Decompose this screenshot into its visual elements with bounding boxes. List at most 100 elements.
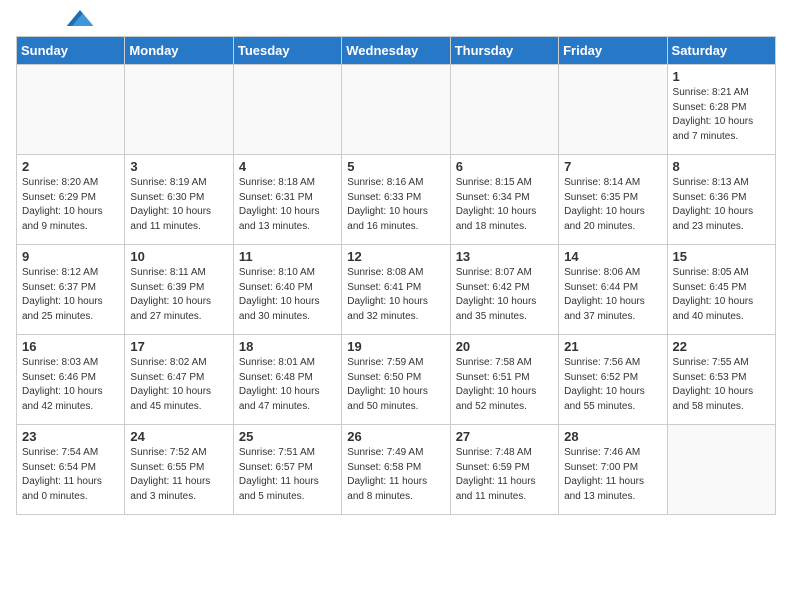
calendar-cell: 1 Sunrise: 8:21 AM Sunset: 6:28 PM Daylig…: [667, 65, 775, 155]
weekday-header: Thursday: [450, 37, 558, 65]
day-info: Sunrise: 8:14 AM Sunset: 6:35 PM Dayligh…: [564, 176, 661, 234]
day-info: Sunrise: 8:13 AM Sunset: 6:36 PM Dayligh…: [673, 176, 770, 234]
day-info: Sunrise: 8:01 AM Sunset: 6:48 PM Dayligh…: [239, 356, 336, 414]
day-number: 14: [564, 249, 661, 264]
day-info: Sunrise: 8:07 AM Sunset: 6:42 PM Dayligh…: [456, 266, 553, 324]
calendar-body: 1 Sunrise: 8:21 AM Sunset: 6:28 PM Daylig…: [17, 65, 776, 515]
calendar-cell: 18 Sunrise: 8:01 AM Sunset: 6:48 PM Dayli…: [233, 335, 341, 425]
calendar-cell: 17 Sunrise: 8:02 AM Sunset: 6:47 PM Dayli…: [125, 335, 233, 425]
page-header: [16, 16, 776, 26]
day-info: Sunrise: 7:51 AM Sunset: 6:57 PM Dayligh…: [239, 446, 336, 504]
day-number: 15: [673, 249, 770, 264]
day-info: Sunrise: 8:12 AM Sunset: 6:37 PM Dayligh…: [22, 266, 119, 324]
calendar-header-row: SundayMondayTuesdayWednesdayThursdayFrid…: [17, 37, 776, 65]
day-number: 25: [239, 429, 336, 444]
day-number: 16: [22, 339, 119, 354]
day-info: Sunrise: 8:15 AM Sunset: 6:34 PM Dayligh…: [456, 176, 553, 234]
calendar-cell: 20 Sunrise: 7:58 AM Sunset: 6:51 PM Dayli…: [450, 335, 558, 425]
day-info: Sunrise: 7:55 AM Sunset: 6:53 PM Dayligh…: [673, 356, 770, 414]
day-number: 1: [673, 69, 770, 84]
day-number: 12: [347, 249, 444, 264]
day-number: 20: [456, 339, 553, 354]
logo-icon: [66, 10, 94, 26]
calendar-cell: 21 Sunrise: 7:56 AM Sunset: 6:52 PM Dayli…: [559, 335, 667, 425]
day-number: 8: [673, 159, 770, 174]
day-number: 24: [130, 429, 227, 444]
calendar-cell: [559, 65, 667, 155]
day-info: Sunrise: 7:52 AM Sunset: 6:55 PM Dayligh…: [130, 446, 227, 504]
weekday-header: Sunday: [17, 37, 125, 65]
calendar-cell: 22 Sunrise: 7:55 AM Sunset: 6:53 PM Dayli…: [667, 335, 775, 425]
day-info: Sunrise: 8:18 AM Sunset: 6:31 PM Dayligh…: [239, 176, 336, 234]
calendar-cell: 19Sunrise: 7:59 AM Sunset: 6:50 PM Dayli…: [342, 335, 450, 425]
day-info: Sunrise: 8:03 AM Sunset: 6:46 PM Dayligh…: [22, 356, 119, 414]
day-number: 23: [22, 429, 119, 444]
day-number: 5: [347, 159, 444, 174]
day-number: 18: [239, 339, 336, 354]
calendar-cell: 3 Sunrise: 8:19 AM Sunset: 6:30 PM Daylig…: [125, 155, 233, 245]
calendar-week-row: 23 Sunrise: 7:54 AM Sunset: 6:54 PM Dayli…: [17, 425, 776, 515]
calendar-cell: 24 Sunrise: 7:52 AM Sunset: 6:55 PM Dayli…: [125, 425, 233, 515]
day-info: Sunrise: 8:21 AM Sunset: 6:28 PM Dayligh…: [673, 86, 770, 144]
calendar-cell: 23 Sunrise: 7:54 AM Sunset: 6:54 PM Dayli…: [17, 425, 125, 515]
day-info: Sunrise: 8:06 AM Sunset: 6:44 PM Dayligh…: [564, 266, 661, 324]
calendar-cell: 25 Sunrise: 7:51 AM Sunset: 6:57 PM Dayli…: [233, 425, 341, 515]
calendar-cell: [342, 65, 450, 155]
day-info: Sunrise: 7:48 AM Sunset: 6:59 PM Dayligh…: [456, 446, 553, 504]
day-info: Sunrise: 8:02 AM Sunset: 6:47 PM Dayligh…: [130, 356, 227, 414]
calendar-week-row: 16 Sunrise: 8:03 AM Sunset: 6:46 PM Dayli…: [17, 335, 776, 425]
weekday-header: Wednesday: [342, 37, 450, 65]
day-info: Sunrise: 7:54 AM Sunset: 6:54 PM Dayligh…: [22, 446, 119, 504]
calendar-cell: 28 Sunrise: 7:46 AM Sunset: 7:00 PM Dayli…: [559, 425, 667, 515]
calendar-cell: [17, 65, 125, 155]
day-number: 6: [456, 159, 553, 174]
calendar-cell: 11Sunrise: 8:10 AM Sunset: 6:40 PM Dayli…: [233, 245, 341, 335]
day-number: 2: [22, 159, 119, 174]
calendar-cell: 2 Sunrise: 8:20 AM Sunset: 6:29 PM Daylig…: [17, 155, 125, 245]
weekday-header: Friday: [559, 37, 667, 65]
day-info: Sunrise: 7:49 AM Sunset: 6:58 PM Dayligh…: [347, 446, 444, 504]
day-info: Sunrise: 8:20 AM Sunset: 6:29 PM Dayligh…: [22, 176, 119, 234]
calendar-cell: 5 Sunrise: 8:16 AM Sunset: 6:33 PM Daylig…: [342, 155, 450, 245]
calendar-cell: [233, 65, 341, 155]
day-info: Sunrise: 8:19 AM Sunset: 6:30 PM Dayligh…: [130, 176, 227, 234]
day-info: Sunrise: 7:59 AM Sunset: 6:50 PM Dayligh…: [347, 356, 444, 414]
day-number: 28: [564, 429, 661, 444]
calendar-cell: 6 Sunrise: 8:15 AM Sunset: 6:34 PM Daylig…: [450, 155, 558, 245]
calendar-cell: 13 Sunrise: 8:07 AM Sunset: 6:42 PM Dayli…: [450, 245, 558, 335]
day-number: 21: [564, 339, 661, 354]
calendar-cell: [125, 65, 233, 155]
weekday-header: Tuesday: [233, 37, 341, 65]
calendar-cell: 14 Sunrise: 8:06 AM Sunset: 6:44 PM Dayli…: [559, 245, 667, 335]
day-info: Sunrise: 7:58 AM Sunset: 6:51 PM Dayligh…: [456, 356, 553, 414]
day-number: 22: [673, 339, 770, 354]
calendar-cell: 26 Sunrise: 7:49 AM Sunset: 6:58 PM Dayli…: [342, 425, 450, 515]
day-number: 13: [456, 249, 553, 264]
calendar-cell: 10 Sunrise: 8:11 AM Sunset: 6:39 PM Dayli…: [125, 245, 233, 335]
day-info: Sunrise: 7:46 AM Sunset: 7:00 PM Dayligh…: [564, 446, 661, 504]
day-number: 3: [130, 159, 227, 174]
day-number: 10: [130, 249, 227, 264]
day-number: 4: [239, 159, 336, 174]
weekday-header: Monday: [125, 37, 233, 65]
day-info: Sunrise: 8:16 AM Sunset: 6:33 PM Dayligh…: [347, 176, 444, 234]
day-number: 9: [22, 249, 119, 264]
day-info: Sunrise: 8:08 AM Sunset: 6:41 PM Dayligh…: [347, 266, 444, 324]
calendar-week-row: 2 Sunrise: 8:20 AM Sunset: 6:29 PM Daylig…: [17, 155, 776, 245]
calendar-cell: 16 Sunrise: 8:03 AM Sunset: 6:46 PM Dayli…: [17, 335, 125, 425]
calendar-cell: 9 Sunrise: 8:12 AM Sunset: 6:37 PM Daylig…: [17, 245, 125, 335]
day-number: 7: [564, 159, 661, 174]
day-number: 17: [130, 339, 227, 354]
day-number: 26: [347, 429, 444, 444]
calendar-week-row: 1 Sunrise: 8:21 AM Sunset: 6:28 PM Daylig…: [17, 65, 776, 155]
calendar-week-row: 9 Sunrise: 8:12 AM Sunset: 6:37 PM Daylig…: [17, 245, 776, 335]
calendar-cell: [667, 425, 775, 515]
day-info: Sunrise: 8:11 AM Sunset: 6:39 PM Dayligh…: [130, 266, 227, 324]
day-number: 27: [456, 429, 553, 444]
calendar-cell: 12 Sunrise: 8:08 AM Sunset: 6:41 PM Dayli…: [342, 245, 450, 335]
calendar-cell: 8 Sunrise: 8:13 AM Sunset: 6:36 PM Daylig…: [667, 155, 775, 245]
day-info: Sunrise: 7:56 AM Sunset: 6:52 PM Dayligh…: [564, 356, 661, 414]
calendar-table: SundayMondayTuesdayWednesdayThursdayFrid…: [16, 36, 776, 515]
calendar-cell: 4 Sunrise: 8:18 AM Sunset: 6:31 PM Daylig…: [233, 155, 341, 245]
calendar-cell: [450, 65, 558, 155]
